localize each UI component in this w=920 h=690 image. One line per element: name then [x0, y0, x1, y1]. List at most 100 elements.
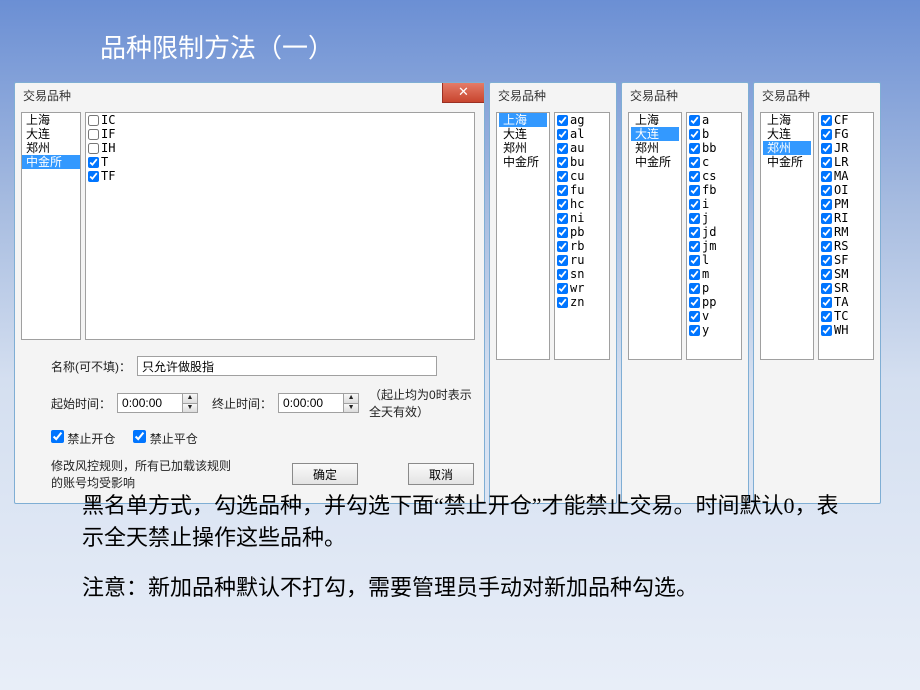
product-checkbox[interactable]: [821, 241, 832, 252]
product-item[interactable]: hc: [555, 197, 609, 211]
product-checkbox[interactable]: [557, 129, 568, 140]
product-item[interactable]: FG: [819, 127, 873, 141]
product-item[interactable]: jd: [687, 225, 741, 239]
product-checkbox[interactable]: [689, 311, 700, 322]
exchange-item[interactable]: 上海: [763, 113, 811, 127]
product-checkbox[interactable]: [557, 241, 568, 252]
product-item[interactable]: v: [687, 309, 741, 323]
exchange-list-3[interactable]: 上海大连郑州中金所: [628, 112, 682, 360]
cb-forbid-close[interactable]: 禁止平仓: [133, 430, 197, 447]
start-time-spinner[interactable]: ▲▼: [117, 393, 198, 413]
product-item[interactable]: WH: [819, 323, 873, 337]
product-checkbox[interactable]: [821, 199, 832, 210]
exchange-item[interactable]: 中金所: [631, 155, 679, 169]
exchange-item[interactable]: 大连: [22, 127, 80, 141]
product-checkbox[interactable]: [689, 185, 700, 196]
product-checkbox[interactable]: [689, 227, 700, 238]
exchange-item[interactable]: 大连: [763, 127, 811, 141]
product-checkbox[interactable]: [821, 283, 832, 294]
product-checkbox[interactable]: [557, 157, 568, 168]
exchange-list-2[interactable]: 上海大连郑州中金所: [496, 112, 550, 360]
product-item[interactable]: OI: [819, 183, 873, 197]
product-item[interactable]: IC: [86, 113, 474, 127]
product-checkbox[interactable]: [557, 143, 568, 154]
product-item[interactable]: SM: [819, 267, 873, 281]
product-item[interactable]: i: [687, 197, 741, 211]
product-item[interactable]: JR: [819, 141, 873, 155]
product-checkbox[interactable]: [557, 255, 568, 266]
product-item[interactable]: fu: [555, 183, 609, 197]
product-list-2[interactable]: agalaubucufuhcnipbrbrusnwrzn: [554, 112, 610, 360]
product-checkbox[interactable]: [88, 143, 99, 154]
product-checkbox[interactable]: [689, 269, 700, 280]
exchange-item[interactable]: 郑州: [499, 141, 547, 155]
product-item[interactable]: y: [687, 323, 741, 337]
product-checkbox[interactable]: [689, 213, 700, 224]
product-checkbox[interactable]: [689, 115, 700, 126]
product-item[interactable]: bu: [555, 155, 609, 169]
product-list-main[interactable]: ICIFIHTTF: [85, 112, 475, 340]
product-item[interactable]: sn: [555, 267, 609, 281]
product-item[interactable]: rb: [555, 239, 609, 253]
cb-forbid-open[interactable]: 禁止开仓: [51, 430, 115, 447]
spin-down-icon[interactable]: ▼: [183, 403, 197, 412]
product-checkbox[interactable]: [689, 255, 700, 266]
product-item[interactable]: jm: [687, 239, 741, 253]
exchange-item[interactable]: 大连: [631, 127, 679, 141]
product-checkbox[interactable]: [689, 157, 700, 168]
product-item[interactable]: T: [86, 155, 474, 169]
product-item[interactable]: b: [687, 127, 741, 141]
product-checkbox[interactable]: [821, 129, 832, 140]
end-time-input[interactable]: [278, 393, 344, 413]
product-item[interactable]: l: [687, 253, 741, 267]
product-item[interactable]: IF: [86, 127, 474, 141]
product-item[interactable]: a: [687, 113, 741, 127]
name-input[interactable]: [137, 356, 437, 376]
product-item[interactable]: TF: [86, 169, 474, 183]
product-item[interactable]: al: [555, 127, 609, 141]
exchange-item[interactable]: 上海: [631, 113, 679, 127]
exchange-item[interactable]: 中金所: [22, 155, 80, 169]
product-item[interactable]: zn: [555, 295, 609, 309]
product-item[interactable]: TC: [819, 309, 873, 323]
product-item[interactable]: RS: [819, 239, 873, 253]
product-item[interactable]: RI: [819, 211, 873, 225]
product-item[interactable]: p: [687, 281, 741, 295]
product-item[interactable]: ni: [555, 211, 609, 225]
product-list-4[interactable]: CFFGJRLRMAOIPMRIRMRSSFSMSRTATCWH: [818, 112, 874, 360]
product-checkbox[interactable]: [821, 157, 832, 168]
product-checkbox[interactable]: [88, 171, 99, 182]
product-item[interactable]: cs: [687, 169, 741, 183]
product-item[interactable]: MA: [819, 169, 873, 183]
product-item[interactable]: pb: [555, 225, 609, 239]
product-checkbox[interactable]: [689, 129, 700, 140]
product-item[interactable]: PM: [819, 197, 873, 211]
exchange-item[interactable]: 上海: [22, 113, 80, 127]
spin-up-icon[interactable]: ▲: [183, 394, 197, 403]
product-item[interactable]: ag: [555, 113, 609, 127]
product-checkbox[interactable]: [821, 171, 832, 182]
cancel-button[interactable]: 取消: [408, 463, 474, 485]
product-checkbox[interactable]: [557, 283, 568, 294]
product-checkbox[interactable]: [821, 311, 832, 322]
product-item[interactable]: wr: [555, 281, 609, 295]
product-item[interactable]: c: [687, 155, 741, 169]
product-checkbox[interactable]: [88, 129, 99, 140]
product-item[interactable]: fb: [687, 183, 741, 197]
product-checkbox[interactable]: [689, 143, 700, 154]
start-time-input[interactable]: [117, 393, 183, 413]
product-checkbox[interactable]: [821, 325, 832, 336]
product-checkbox[interactable]: [821, 255, 832, 266]
exchange-item[interactable]: 大连: [499, 127, 547, 141]
exchange-item[interactable]: 上海: [499, 113, 547, 127]
product-checkbox[interactable]: [557, 171, 568, 182]
product-checkbox[interactable]: [557, 199, 568, 210]
exchange-list-main[interactable]: 上海大连郑州中金所: [21, 112, 81, 340]
product-checkbox[interactable]: [689, 241, 700, 252]
exchange-item[interactable]: 郑州: [22, 141, 80, 155]
exchange-item[interactable]: 郑州: [631, 141, 679, 155]
product-checkbox[interactable]: [821, 143, 832, 154]
product-item[interactable]: TA: [819, 295, 873, 309]
product-checkbox[interactable]: [821, 213, 832, 224]
product-checkbox[interactable]: [689, 283, 700, 294]
